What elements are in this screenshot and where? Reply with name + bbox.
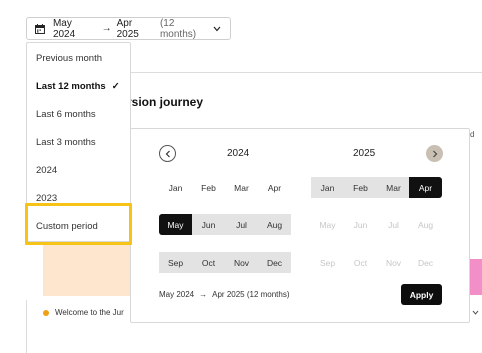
section-title: rsion journey [127, 95, 204, 109]
month-2025-aug: Aug [417, 219, 434, 230]
trigger-duration: (12 months) [159, 17, 197, 40]
right-year-label: 2025 [353, 148, 376, 159]
month-2024-feb[interactable]: Feb [192, 177, 225, 198]
month-2025-mar[interactable]: Mar [377, 177, 410, 198]
month-range-calendar: 2024 2025 Jan Feb Mar Apr May Jun Jul Au… [130, 128, 470, 323]
month-2025-nov: Nov [385, 257, 402, 268]
check-icon: ✓ [111, 81, 120, 92]
legend-dot-icon [43, 309, 49, 316]
range-end: Apr 2025 (12 months) [212, 290, 290, 299]
month-2025-may: May [319, 219, 336, 230]
month-2025-feb[interactable]: Feb [344, 177, 377, 198]
month-2024-sep[interactable]: Sep [159, 252, 192, 273]
left-year-label: 2024 [227, 148, 250, 159]
month-2024-dec[interactable]: Dec [258, 252, 291, 273]
preset-previous-month[interactable]: Previous month [36, 53, 102, 64]
range-start: May 2024 [159, 290, 195, 299]
month-2025-dec: Dec [417, 257, 434, 268]
chart-area-peach [43, 245, 131, 296]
preset-last-3-months[interactable]: Last 3 months [36, 137, 96, 148]
apply-button[interactable]: Apply [401, 284, 442, 305]
background-text: d [470, 130, 475, 139]
preset-last-6-months[interactable]: Last 6 months [36, 109, 96, 120]
range-arrow: → [199, 290, 208, 299]
month-2024-may[interactable]: May [159, 214, 192, 235]
divider [130, 72, 482, 73]
chevron-down-icon [213, 26, 221, 31]
month-2024-oct[interactable]: Oct [192, 252, 225, 273]
month-2024-jan[interactable]: Jan [159, 177, 192, 198]
trigger-start-date: May 2024 [52, 17, 76, 40]
month-2025-oct: Oct [353, 257, 368, 268]
chart-legend-item: Welcome to the Jur [43, 308, 124, 317]
preset-label: 2024 [36, 165, 58, 176]
month-2024-jul[interactable]: Jul [225, 214, 258, 235]
preset-last-12-months[interactable]: Last 12 months ✓ [36, 81, 120, 92]
month-2024-jun[interactable]: Jun [192, 214, 225, 235]
trigger-arrow: → [101, 23, 112, 34]
chevron-down-icon[interactable] [472, 310, 479, 315]
preset-label: Last 12 months [36, 81, 106, 92]
custom-period-highlight [25, 203, 132, 245]
legend-label: Welcome to the Jur [55, 308, 124, 317]
month-2024-aug[interactable]: Aug [258, 214, 291, 235]
date-range-picker-button[interactable]: May 2024 → Apr 2025 (12 months) [26, 17, 231, 40]
chevron-left-icon [165, 150, 170, 157]
month-2024-nov[interactable]: Nov [225, 252, 258, 273]
month-2025-apr[interactable]: Apr [409, 177, 442, 198]
month-2025-jul: Jul [388, 219, 399, 230]
divider [26, 300, 27, 353]
preset-label: Previous month [36, 53, 103, 64]
month-2024-mar[interactable]: Mar [225, 177, 258, 198]
selected-range-summary: May 2024 → Apr 2025 (12 months) [159, 290, 290, 299]
month-2025-jun: Jun [353, 219, 368, 230]
preset-2024[interactable]: 2024 [36, 165, 57, 176]
chart-area-pink [470, 259, 482, 295]
calendar-icon [35, 23, 45, 34]
next-year-button[interactable] [426, 145, 443, 162]
previous-year-button[interactable] [159, 145, 176, 162]
preset-label: Last 3 months [36, 137, 96, 148]
trigger-end-date: Apr 2025 [116, 17, 139, 40]
chevron-right-icon [432, 150, 437, 157]
preset-label: Last 6 months [36, 109, 96, 120]
month-2025-sep: Sep [319, 257, 336, 268]
month-2024-apr[interactable]: Apr [258, 177, 291, 198]
month-2025-jan[interactable]: Jan [311, 177, 344, 198]
